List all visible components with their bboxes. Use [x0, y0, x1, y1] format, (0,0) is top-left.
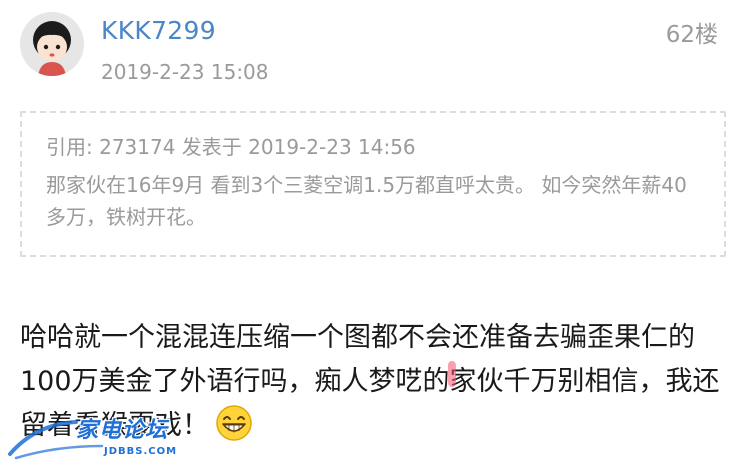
quote-block: 引用: 273174 发表于 2019-2-23 14:56 那家伙在16年9月…: [20, 111, 726, 257]
forum-post: KKK7299 2019-2-23 15:08 62楼 引用: 273174 发…: [0, 0, 750, 462]
quote-body: 那家伙在16年9月 看到3个三菱空调1.5万都直呼太贵。 如今突然年薪40多万，…: [46, 173, 687, 229]
username[interactable]: KKK7299: [101, 14, 216, 48]
user-avatar[interactable]: [20, 12, 84, 76]
post-content: 哈哈就一个混混连压缩一个图都不会还准备去骗歪果仁的100万美金了外语行吗，痴人梦…: [20, 316, 732, 448]
cartoon-girl-avatar-icon: [20, 12, 84, 76]
quote-header: 引用: 273174 发表于 2019-2-23 14:56: [46, 135, 416, 159]
laughing-emoji-icon: [215, 404, 253, 442]
post-timestamp: 2019-2-23 15:08: [101, 60, 269, 84]
post-text-part1: 哈哈就一个混混连压缩一个图都不会: [20, 322, 452, 353]
floor-number: 62楼: [665, 22, 718, 48]
